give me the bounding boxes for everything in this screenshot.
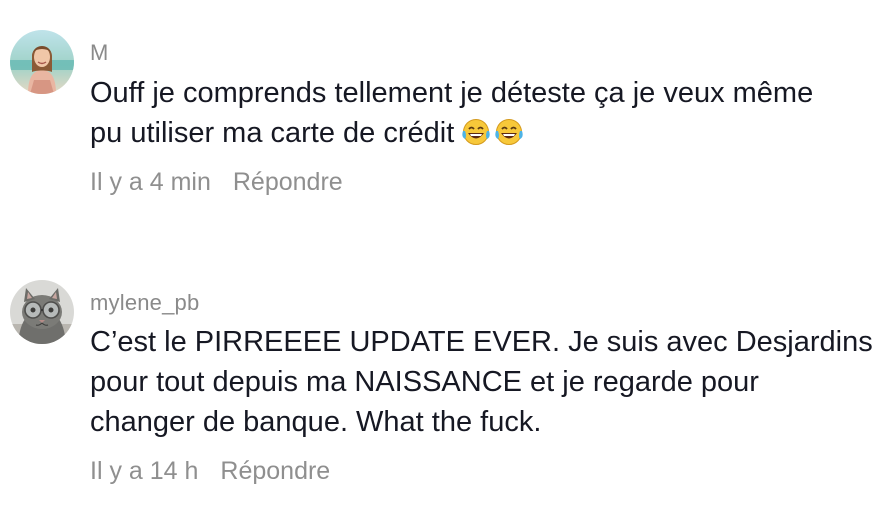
comment-text: C’est le PIRREEEE UPDATE EVER. Je suis a… bbox=[90, 322, 880, 442]
comment-item: mylene_pb C’est le PIRREEEE UPDATE EVER.… bbox=[0, 0, 890, 510]
comment-text-line: pour tout depuis ma NAISSANCE et je rega… bbox=[90, 366, 759, 398]
comment-username[interactable]: mylene_pb bbox=[90, 290, 199, 316]
comment-timestamp: Il y a 14 h bbox=[90, 457, 199, 485]
avatar[interactable] bbox=[10, 280, 74, 344]
cat-with-glasses-icon bbox=[10, 280, 74, 344]
comment-meta: Il y a 14 h Répondre bbox=[90, 457, 330, 486]
comment-text-line: C’est le PIRREEEE UPDATE EVER. Je suis a… bbox=[90, 326, 873, 358]
comment-text-line: changer de banque. What the fuck. bbox=[90, 406, 542, 438]
reply-button[interactable]: Répondre bbox=[220, 457, 330, 485]
